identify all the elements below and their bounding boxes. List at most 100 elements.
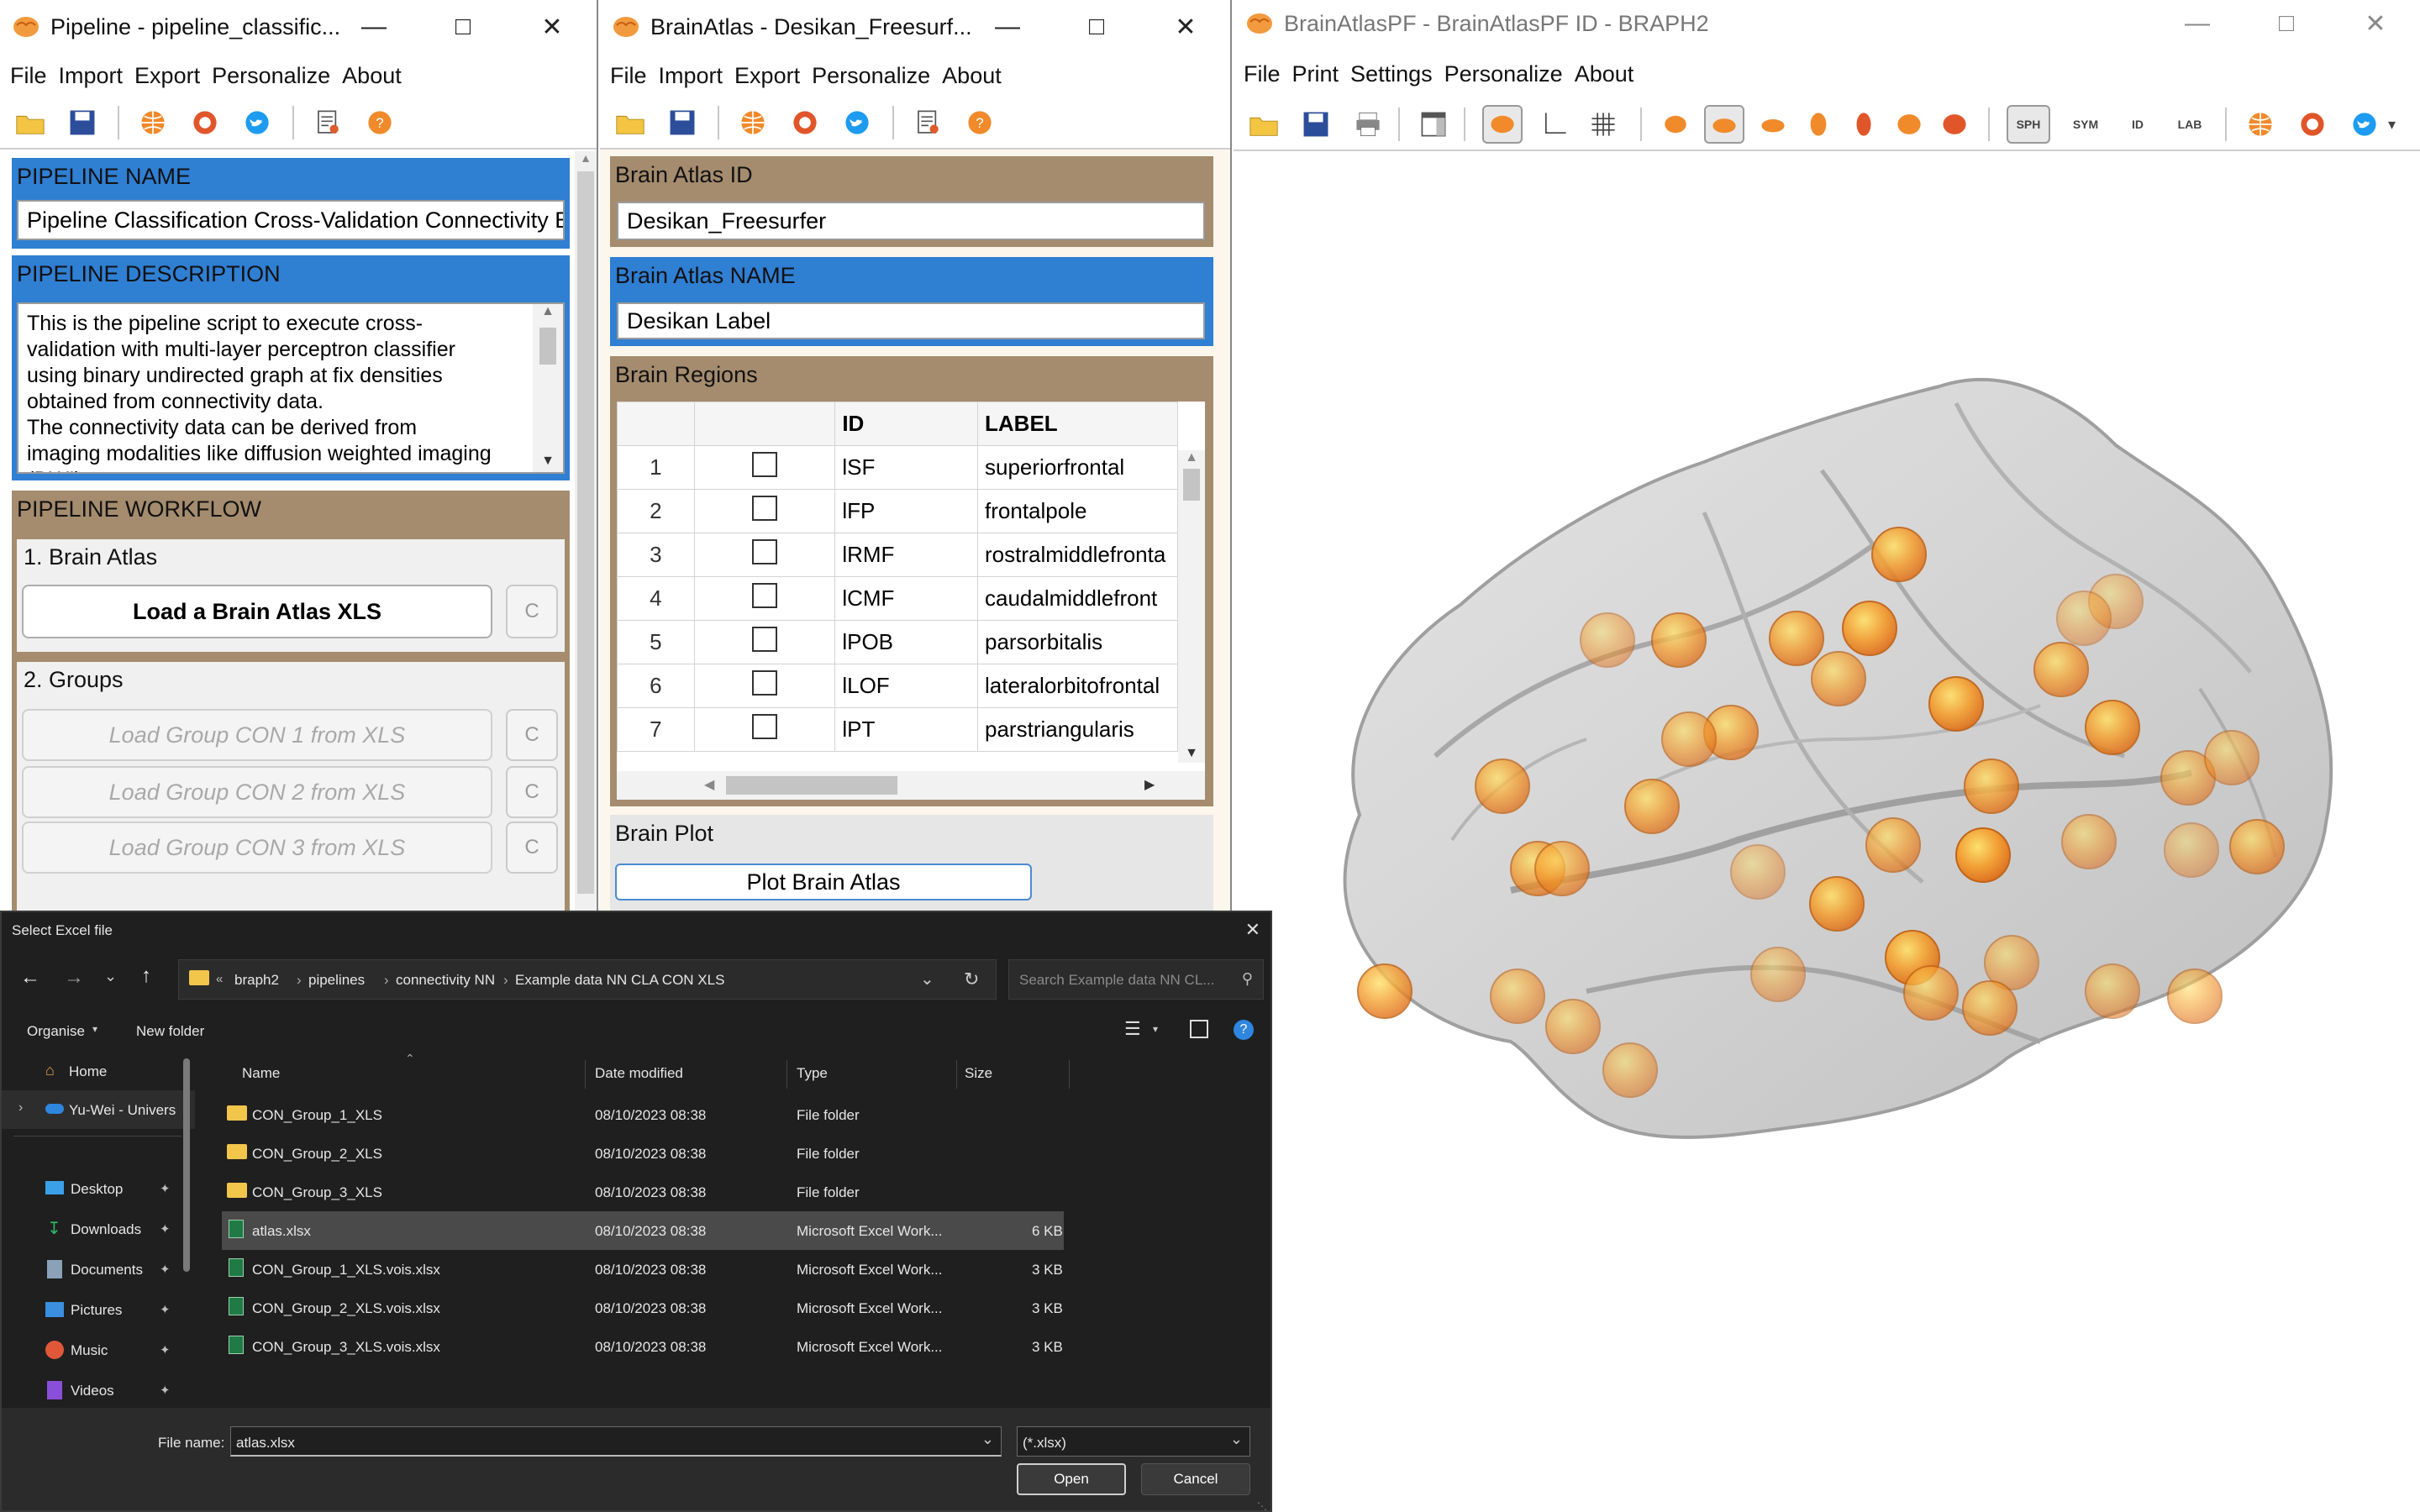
save-icon[interactable]: [66, 106, 99, 139]
row-id[interactable]: lCMF: [834, 576, 979, 621]
row-checkbox[interactable]: [693, 664, 836, 708]
back-icon[interactable]: ←: [20, 966, 40, 990]
menu-settings[interactable]: Settings: [1350, 61, 1433, 87]
menu-print[interactable]: Print: [1292, 61, 1339, 87]
row-checkbox[interactable]: [693, 707, 836, 752]
brain-node[interactable]: [1545, 999, 1601, 1054]
menu-import[interactable]: Import: [659, 63, 723, 89]
brain-view-coronal-back-icon[interactable]: [1938, 108, 1971, 141]
menu-about[interactable]: About: [942, 63, 1002, 89]
minimize-icon[interactable]: —: [963, 0, 1052, 54]
twitter-icon[interactable]: [2348, 108, 2381, 141]
dialog-help-icon[interactable]: ?: [1234, 1020, 1254, 1040]
brain-node[interactable]: [1475, 759, 1530, 814]
table-row[interactable]: 7 lPT parstriangularis: [617, 707, 1178, 752]
brain-node[interactable]: [1871, 527, 1927, 582]
brain-node[interactable]: [2204, 730, 2260, 785]
pipeline-description-textarea[interactable]: This is the pipeline script to execute c…: [17, 302, 565, 474]
menu-import[interactable]: Import: [59, 63, 124, 89]
clear-group-3-button[interactable]: C: [506, 822, 558, 874]
brain-node[interactable]: [1809, 876, 1865, 932]
brain-node[interactable]: [2085, 963, 2140, 1019]
clear-group-1-button[interactable]: C: [506, 709, 558, 761]
refresh-icon[interactable]: ↻: [964, 969, 979, 990]
brain-node[interactable]: [1811, 651, 1866, 706]
menu-file[interactable]: File: [610, 63, 647, 89]
preview-pane-icon[interactable]: [1190, 1020, 1208, 1038]
brain-toggle-icon[interactable]: [1482, 105, 1523, 144]
brain-node[interactable]: [1534, 841, 1590, 896]
clear-group-2-button[interactable]: C: [506, 766, 558, 818]
up-icon[interactable]: ↑: [141, 964, 151, 988]
toolbar-overflow-icon[interactable]: ▾: [2388, 116, 2396, 134]
close-icon[interactable]: ✕: [2331, 0, 2420, 47]
id-toggle-button[interactable]: ID: [2121, 108, 2154, 141]
row-label[interactable]: caudalmiddlefront: [977, 576, 1178, 621]
sphere-toggle-button[interactable]: SPH: [2007, 105, 2050, 144]
row-label[interactable]: rostralmiddlefronta: [977, 533, 1178, 577]
open-folder-icon[interactable]: [1247, 108, 1281, 141]
breadcrumb-example[interactable]: Example data NN CLA CON XLS: [515, 972, 724, 989]
brain-node[interactable]: [2167, 969, 2223, 1024]
menu-personalize[interactable]: Personalize: [1444, 61, 1563, 87]
close-icon[interactable]: ✕: [1141, 0, 1230, 54]
breadcrumb-pipelines[interactable]: pipelines: [308, 972, 365, 989]
menu-file[interactable]: File: [10, 63, 47, 89]
brain-node[interactable]: [2033, 642, 2089, 697]
forward-icon[interactable]: →: [64, 966, 84, 990]
dialog-titlebar[interactable]: Select Excel file ✕: [2, 912, 1270, 949]
help-icon[interactable]: ?: [363, 106, 397, 139]
brain-view-axial-bottom-icon[interactable]: [1847, 108, 1881, 141]
row-checkbox[interactable]: [693, 445, 836, 490]
new-folder-button[interactable]: New folder: [136, 1023, 204, 1040]
document-icon[interactable]: [311, 106, 345, 139]
atlas-id-field[interactable]: Desikan_Freesurfer: [617, 202, 1205, 240]
twitter-icon[interactable]: [840, 106, 874, 139]
brain-node[interactable]: [2164, 822, 2219, 878]
print-icon[interactable]: [1351, 108, 1385, 141]
scroll-up-icon[interactable]: ▲: [1178, 450, 1205, 465]
maximize-icon[interactable]: □: [418, 0, 508, 54]
search-icon[interactable]: ⚲: [1242, 970, 1253, 988]
table-row[interactable]: 2 lFP frontalpole: [617, 489, 1178, 533]
brainatlas-titlebar[interactable]: BrainAtlas - Desikan_Freesurf... — □ ✕: [600, 0, 1230, 54]
file-row-con-group-2[interactable]: CON_Group_2_XLS 08/10/2023 08:38 File fo…: [222, 1134, 1064, 1173]
pipeline-titlebar[interactable]: Pipeline - pipeline_classific... — □ ✕: [0, 0, 597, 54]
scroll-thumb[interactable]: [726, 776, 897, 795]
column-size[interactable]: Size: [965, 1065, 992, 1082]
table-row[interactable]: 1 lSF superiorfrontal: [617, 445, 1178, 490]
row-label[interactable]: parstriangularis: [977, 707, 1178, 752]
brain-node[interactable]: [1928, 676, 1984, 732]
table-row[interactable]: 3 lRMF rostralmiddlefronta: [617, 533, 1178, 577]
close-icon[interactable]: ✕: [508, 0, 597, 54]
brain-node[interactable]: [1580, 612, 1635, 668]
brain-node[interactable]: [2056, 591, 2112, 646]
scroll-left-icon[interactable]: ◀: [704, 776, 714, 793]
twitter-icon[interactable]: [240, 106, 274, 139]
brain-node[interactable]: [1769, 611, 1824, 666]
row-checkbox[interactable]: [693, 489, 836, 533]
brain-logo-icon[interactable]: [2296, 108, 2329, 141]
description-scrollbar[interactable]: ▲ ▼: [533, 304, 563, 472]
row-id[interactable]: lPT: [834, 707, 979, 752]
menu-about[interactable]: About: [342, 63, 402, 89]
brain-node[interactable]: [1903, 965, 1959, 1021]
row-checkbox[interactable]: [693, 620, 836, 664]
address-bar[interactable]: « braph2 › pipelines › connectivity NN ›…: [178, 959, 997, 1000]
brain-node[interactable]: [1602, 1042, 1658, 1098]
label-toggle-button[interactable]: LAB: [2173, 108, 2207, 141]
globe-icon[interactable]: [736, 106, 770, 139]
menu-export[interactable]: Export: [134, 63, 200, 89]
row-id[interactable]: lPOB: [834, 620, 979, 664]
pipeline-scrollbar[interactable]: ▲: [575, 151, 597, 916]
help-icon[interactable]: ?: [963, 106, 997, 139]
row-id[interactable]: lSF: [834, 445, 979, 490]
scroll-down-icon[interactable]: ▼: [533, 454, 563, 469]
row-checkbox[interactable]: [693, 533, 836, 577]
brain-node[interactable]: [1651, 612, 1707, 668]
brain-node[interactable]: [1624, 779, 1680, 834]
brain-view-sagittal-left-icon[interactable]: [1704, 105, 1744, 144]
brain-view-3d-icon[interactable]: [1659, 108, 1692, 141]
column-type[interactable]: Type: [797, 1065, 828, 1082]
brain-node[interactable]: [1661, 711, 1717, 767]
